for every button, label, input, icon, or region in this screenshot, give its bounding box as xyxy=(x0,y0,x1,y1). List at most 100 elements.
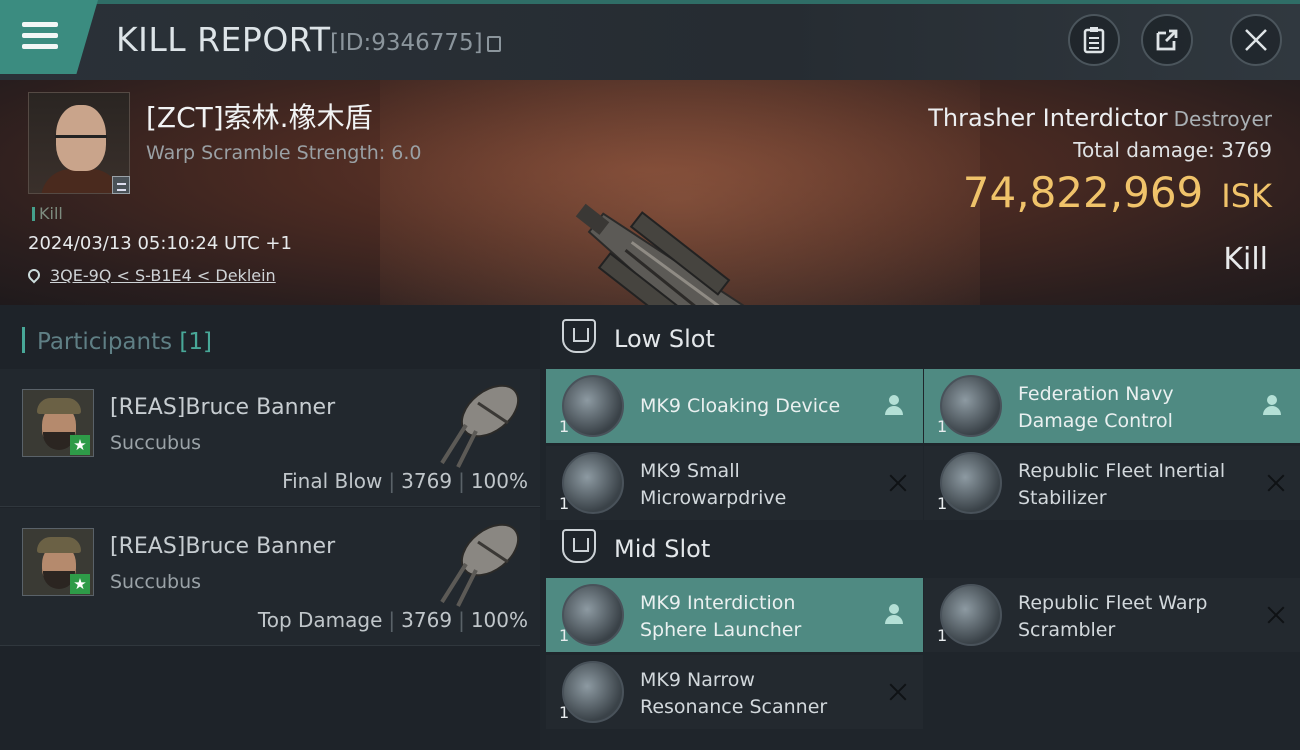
dropped-person-icon xyxy=(883,393,905,417)
module-quantity: 1 xyxy=(937,494,948,513)
module-name-line1: MK9 Narrow xyxy=(640,669,755,691)
close-button[interactable] xyxy=(1230,14,1282,66)
kill-result: Kill xyxy=(1223,242,1268,277)
module-item[interactable]: 1 Federation Navy Damage Control xyxy=(924,369,1300,443)
kill-banner: [ZCT]索林.橡木盾 Warp Scramble Strength: 6.0 … xyxy=(0,80,1300,305)
participants-label: Participants xyxy=(37,329,173,355)
ship-name[interactable]: Thrasher Interdictor Destroyer xyxy=(928,104,1272,132)
participant-percent: 100% xyxy=(470,608,528,632)
module-name-line2: Microwarpdrive xyxy=(640,487,787,509)
participants-count: [1] xyxy=(179,329,213,355)
slot-shield-icon xyxy=(562,319,596,353)
report-id: [ID:9346775] xyxy=(330,30,483,56)
participant-name[interactable]: [REAS]Bruce Banner xyxy=(110,534,335,559)
export-button[interactable] xyxy=(1141,14,1193,66)
module-item[interactable]: 1 Republic Fleet Inertial Stabilizer xyxy=(924,446,1300,520)
participant-row[interactable]: ★ [REAS]Bruce Banner Succubus Top Damage… xyxy=(0,508,540,646)
destroyed-x-icon xyxy=(1265,472,1287,494)
participant-role: Final Blow xyxy=(282,469,383,493)
module-name: Republic Fleet Warp Scrambler xyxy=(1018,590,1268,644)
module-name-line2: Sphere Launcher xyxy=(640,619,802,641)
participant-damage: 3769 xyxy=(401,608,453,632)
module-name: MK9 Small Microwarpdrive xyxy=(640,458,890,512)
module-name: Republic Fleet Inertial Stabilizer xyxy=(1018,458,1268,512)
module-name-line1: MK9 Cloaking Device xyxy=(640,395,841,417)
total-damage-label: Total damage: xyxy=(1073,138,1215,162)
close-icon xyxy=(1245,29,1267,51)
module-item[interactable]: 1 MK9 Narrow Resonance Scanner xyxy=(546,655,923,729)
location-pin-icon xyxy=(25,266,43,284)
menu-icon xyxy=(22,22,58,50)
fitting-panel: Low Slot 1 MK9 Cloaking Device 1 Federat… xyxy=(540,305,1300,750)
dropped-person-icon xyxy=(1261,393,1283,417)
destroyed-x-icon xyxy=(887,472,909,494)
microwarpdrive-icon xyxy=(562,452,624,514)
clipboard-icon xyxy=(1083,27,1105,54)
victim-name[interactable]: [ZCT]索林.橡木盾 xyxy=(146,96,373,136)
mid-slot-header: Mid Slot xyxy=(540,515,1300,579)
module-name-line1: Federation Navy xyxy=(1018,383,1174,405)
module-quantity: 1 xyxy=(559,626,570,645)
module-name-line1: MK9 Small xyxy=(640,460,740,482)
export-icon xyxy=(1156,29,1178,51)
module-item[interactable]: 1 MK9 Interdiction Sphere Launcher xyxy=(546,578,923,652)
isk-label: ISK xyxy=(1221,177,1272,215)
menu-button[interactable] xyxy=(0,0,98,74)
participant-ship: Succubus xyxy=(110,432,202,454)
warp-scramble-strength: Warp Scramble Strength: 6.0 xyxy=(146,142,422,164)
module-name-line1: Republic Fleet Inertial xyxy=(1018,460,1226,482)
inertial-stabilizer-icon xyxy=(940,452,1002,514)
module-item[interactable]: 1 Republic Fleet Warp Scrambler xyxy=(924,578,1300,652)
module-name-line2: Stabilizer xyxy=(1018,487,1107,509)
destroyed-x-icon xyxy=(887,681,909,703)
destroyed-x-icon xyxy=(1265,604,1287,626)
participants-header: Participants [1] xyxy=(22,327,212,355)
top-bar: KILL REPORT [ID:9346775] xyxy=(0,0,1300,80)
kill-tag-label: Kill xyxy=(39,204,63,223)
ship-type: Thrasher Interdictor xyxy=(928,104,1168,132)
participant-percent: 100% xyxy=(470,469,528,493)
module-name-line1: Republic Fleet Warp xyxy=(1018,592,1208,614)
participant-damage: 3769 xyxy=(401,469,453,493)
participant-ship-image xyxy=(440,523,520,607)
participant-row[interactable]: ★ [REAS]Bruce Banner Succubus Final Blow… xyxy=(0,369,540,507)
module-name: MK9 Narrow Resonance Scanner xyxy=(640,667,890,721)
clipboard-button[interactable] xyxy=(1068,14,1120,66)
participant-stats: Top Damage | 3769 | 100% xyxy=(257,608,528,632)
module-item[interactable]: 1 MK9 Cloaking Device xyxy=(546,369,923,443)
isk-amount: 74,822,969 xyxy=(962,168,1204,217)
total-damage-value: 3769 xyxy=(1221,138,1272,162)
mid-slot-label: Mid Slot xyxy=(614,535,711,563)
module-name: Federation Navy Damage Control xyxy=(1018,381,1268,435)
module-quantity: 1 xyxy=(559,703,570,722)
participant-ship: Succubus xyxy=(110,571,202,593)
module-name-line2: Damage Control xyxy=(1018,410,1173,432)
kill-tag: Kill xyxy=(32,204,63,223)
total-damage: Total damage: 3769 xyxy=(1073,138,1272,162)
module-quantity: 1 xyxy=(937,417,948,436)
module-name: MK9 Interdiction Sphere Launcher xyxy=(640,590,890,644)
participant-ship-image xyxy=(440,384,520,468)
participant-name[interactable]: [REAS]Bruce Banner xyxy=(110,395,335,420)
module-name-line2: Resonance Scanner xyxy=(640,696,828,718)
page-title: KILL REPORT xyxy=(116,20,331,59)
module-name: MK9 Cloaking Device xyxy=(640,393,890,420)
low-slot-label: Low Slot xyxy=(614,325,715,353)
participants-panel: Participants [1] ★ [REAS]Bruce Banner Su… xyxy=(0,305,540,750)
kill-location[interactable]: 3QE-9Q < S-B1E4 < Deklein xyxy=(25,266,276,285)
corp-badge-icon xyxy=(112,176,130,194)
module-name-line1: MK9 Interdiction xyxy=(640,592,796,614)
ship-image xyxy=(575,203,756,305)
kill-timestamp: 2024/03/13 05:10:24 UTC +1 xyxy=(28,233,292,254)
warp-scrambler-icon xyxy=(940,584,1002,646)
low-slot-header: Low Slot xyxy=(540,305,1300,369)
location-link[interactable]: 3QE-9Q < S-B1E4 < Deklein xyxy=(50,266,276,285)
star-icon: ★ xyxy=(70,574,90,594)
module-quantity: 1 xyxy=(559,494,570,513)
module-item[interactable]: 1 MK9 Small Microwarpdrive xyxy=(546,446,923,520)
damage-control-icon xyxy=(940,375,1002,437)
module-quantity: 1 xyxy=(937,626,948,645)
participant-role: Top Damage xyxy=(257,608,383,632)
copy-icon[interactable] xyxy=(487,36,501,52)
participant-stats: Final Blow | 3769 | 100% xyxy=(282,469,528,493)
